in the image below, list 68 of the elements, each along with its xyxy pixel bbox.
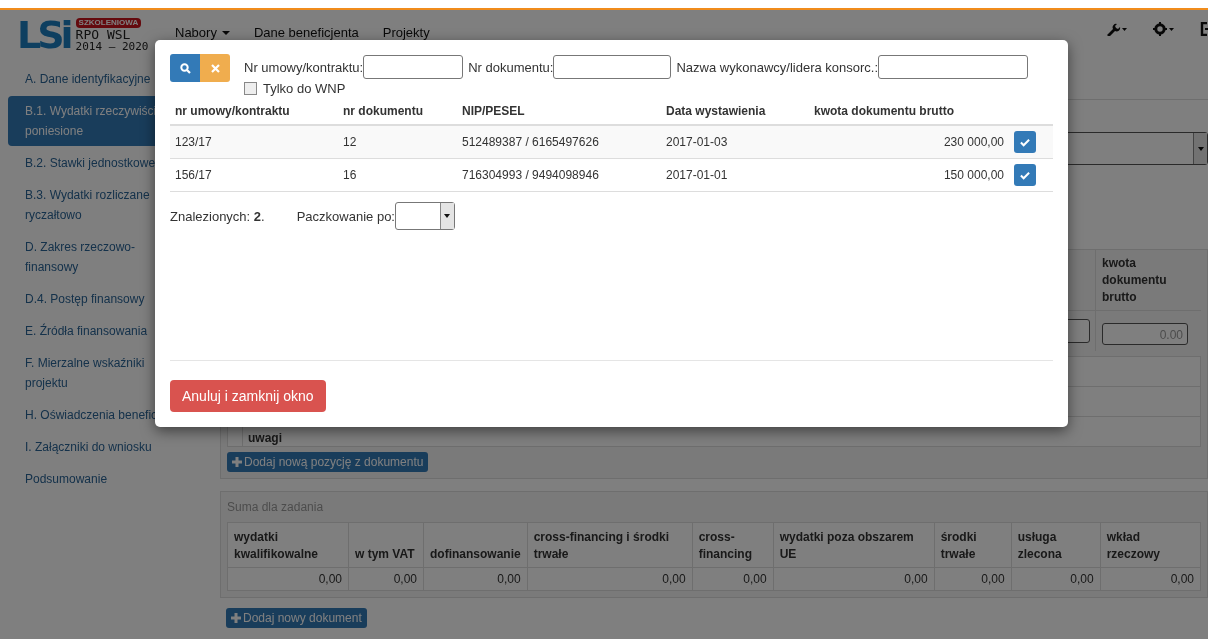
notes-label: uwagi xyxy=(248,430,282,446)
column-header: w tym VAT xyxy=(355,547,415,561)
check-icon xyxy=(1020,170,1030,180)
table-cell: 0,00 xyxy=(743,572,767,586)
column-header: wydatki kwalifikowalne xyxy=(234,530,319,561)
table-cell: 716304993 / 9494098946 xyxy=(462,168,599,182)
page-size-label: Paczkowanie po: xyxy=(296,208,395,224)
column-header: Data wystawienia xyxy=(666,104,766,118)
table-cell: 150 000,00 xyxy=(943,168,1004,182)
column-header: kwota dokumentu brutto xyxy=(1102,255,1168,306)
nav-link[interactable]: Projekty xyxy=(382,24,430,40)
filter-field[interactable] xyxy=(363,55,464,79)
table-cell: 0,00 xyxy=(981,572,1005,586)
table-cell: 2017-01-01 xyxy=(666,168,728,182)
table-cell: 0,00 xyxy=(662,572,686,586)
plus-icon xyxy=(231,613,241,623)
filter-label: Nr dokumentu: xyxy=(468,59,554,75)
wrench-icon[interactable] xyxy=(1106,22,1128,36)
sidebar-item[interactable]: I. Załączniki do wniosku xyxy=(8,432,216,462)
logo-mark: LSi xyxy=(17,16,70,54)
table-cell: 0,00 xyxy=(497,572,521,586)
table-cell: 16 xyxy=(343,168,357,182)
check-icon xyxy=(1020,137,1030,147)
add-document-button[interactable]: Dodaj nowy dokument xyxy=(226,608,367,628)
table-cell: 156/17 xyxy=(175,168,212,182)
table-cell: 230 000,00 xyxy=(943,135,1004,149)
table-cell: 2017-01-03 xyxy=(666,135,728,149)
close-icon xyxy=(210,63,220,73)
logo-title: RPO WSL xyxy=(75,28,132,41)
nav-link[interactable]: Dane beneficjenta xyxy=(253,24,359,40)
table-cell: 0,00 xyxy=(1070,572,1094,586)
search-button[interactable] xyxy=(170,54,200,82)
column-header: środki trwałe xyxy=(940,530,977,561)
checkbox[interactable] xyxy=(244,82,257,95)
column-header: wkład rzeczowy xyxy=(1106,530,1161,561)
column-header: nr dokumentu xyxy=(343,104,423,118)
select-row-button[interactable] xyxy=(1014,164,1036,186)
column-header: wydatki poza obszarem UE xyxy=(779,530,914,561)
column-header: cross-financing i środki trwałe xyxy=(533,530,670,561)
table-cell: 123/17 xyxy=(175,135,212,149)
plus-icon xyxy=(232,457,242,467)
column-header: kwota dokumentu brutto xyxy=(814,104,954,118)
table-cell: 0,00 xyxy=(318,572,342,586)
nav-link[interactable]: Nabory xyxy=(175,24,230,40)
sidebar-item[interactable]: Podsumowanie xyxy=(8,464,216,494)
cancel-button[interactable]: Anuluj i zamknij okno xyxy=(170,380,326,412)
filter-label: Nr umowy/kontraktu: xyxy=(244,59,364,75)
table-cell: 0,00 xyxy=(1170,572,1194,586)
gear-icon[interactable] xyxy=(1153,22,1175,36)
select-row-button[interactable] xyxy=(1014,131,1036,153)
column-header: usługa zlecona xyxy=(1017,530,1062,561)
table-cell: 12 xyxy=(343,135,357,149)
logo-badge: SZKOLENIOWA xyxy=(75,18,142,28)
filter-field[interactable] xyxy=(878,55,1029,79)
filter-label: Nazwa wykonawcy/lidera konsorc.: xyxy=(676,59,879,75)
page-size-select[interactable] xyxy=(394,202,455,230)
table-cell: 0,00 xyxy=(393,572,417,586)
column-header: NIP/PESEL xyxy=(462,104,525,118)
column-header: dofinansowanie xyxy=(430,547,521,561)
table-cell: 512489387 / 6165497626 xyxy=(462,135,599,149)
add-item-button[interactable]: Dodaj nową pozycję z dokumentu xyxy=(227,452,429,472)
results-count: Znalezionych: 2. xyxy=(170,208,265,224)
column-header: cross-financing xyxy=(698,530,753,561)
search-icon xyxy=(179,62,191,74)
checkbox-label: Tylko do WNP xyxy=(263,81,346,96)
filter-field[interactable] xyxy=(553,55,672,79)
table-cell: 0,00 xyxy=(904,572,928,586)
logo-years: 2014 – 2020 xyxy=(75,41,149,52)
